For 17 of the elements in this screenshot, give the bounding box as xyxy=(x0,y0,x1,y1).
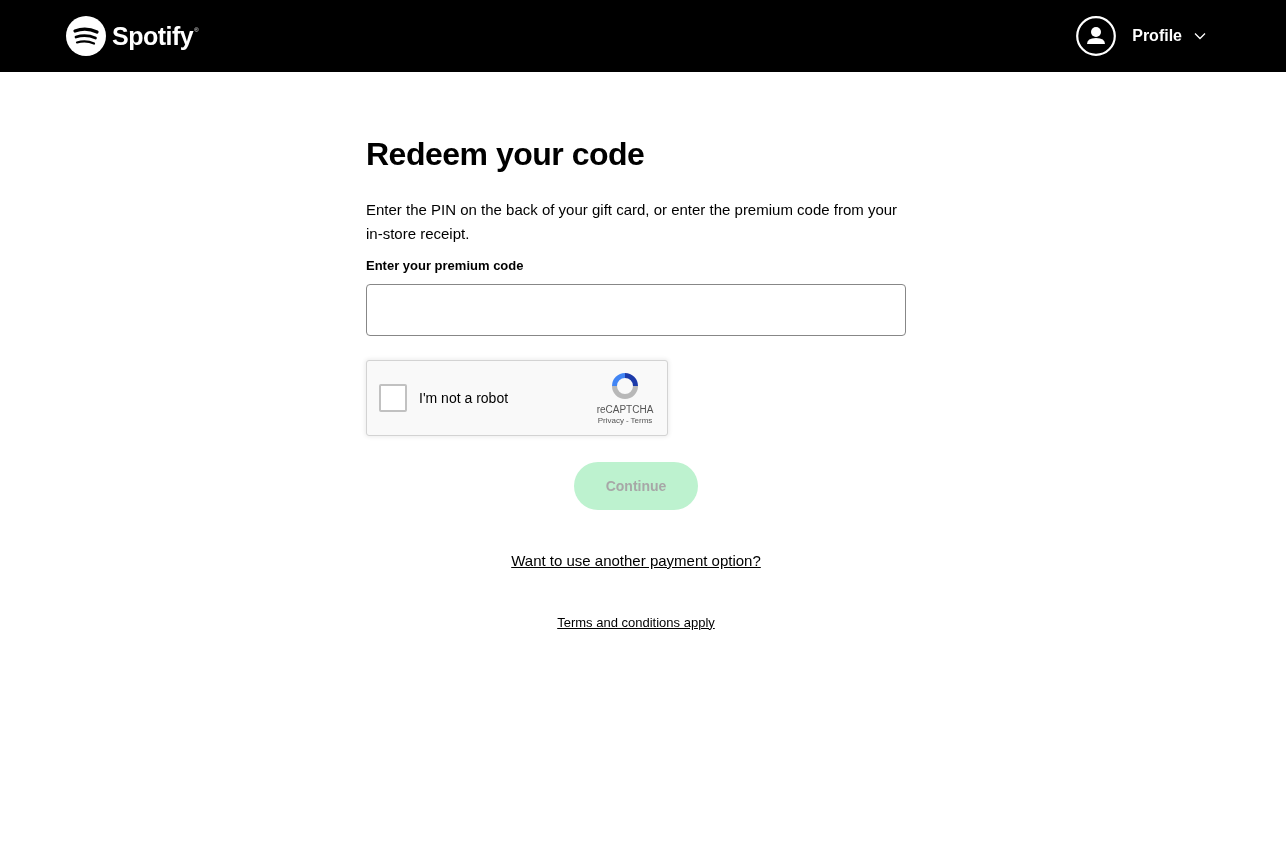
chevron-down-icon xyxy=(1194,32,1206,40)
premium-code-field[interactable] xyxy=(366,284,906,336)
description: Enter the PIN on the back of your gift card, or enter the premium code from your in-store receipt. xyxy=(366,200,899,244)
terms-link[interactable]: Terms xyxy=(630,416,653,426)
user-icon xyxy=(1076,16,1117,56)
text-link[interactable]: Terms and conditions apply xyxy=(557,612,715,632)
logo-icon xyxy=(66,16,106,56)
recaptcha-brand: reCAPTCHA xyxy=(596,404,654,416)
privacy-link[interactable]: Privacy xyxy=(597,416,624,426)
captcha-label: I'm not a robot xyxy=(419,388,510,408)
profile-menu[interactable]: Profile xyxy=(1076,16,1206,56)
text-link[interactable]: Want to use another payment option? xyxy=(511,550,761,573)
separator: - xyxy=(625,416,629,426)
recaptcha-icon xyxy=(609,370,641,402)
captcha-checkbox[interactable] xyxy=(379,384,407,412)
page-title: Redeem your code xyxy=(366,135,646,174)
field-label: Enter your premium code xyxy=(366,258,525,274)
